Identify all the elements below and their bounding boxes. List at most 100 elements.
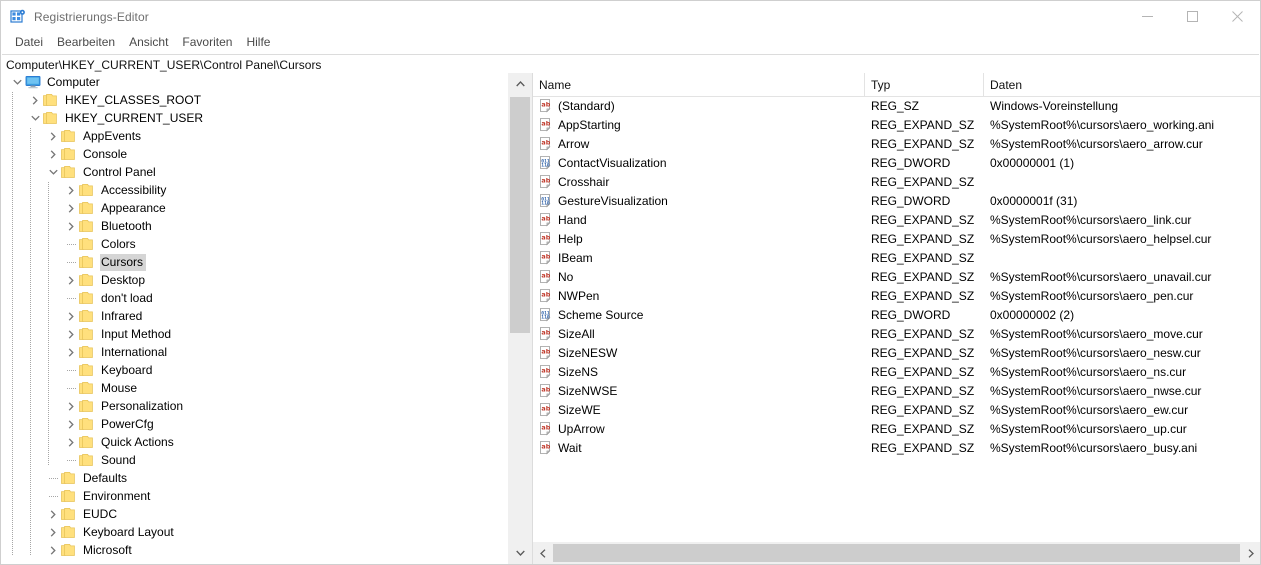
registry-value-row[interactable]: ab SizeAll REG_EXPAND_SZ %SystemRoot%\curso… — [533, 324, 1260, 343]
chevron-right-icon[interactable] — [63, 343, 79, 361]
tree-node-console[interactable]: Console — [1, 145, 507, 163]
registry-value-row[interactable]: ab SizeNS REG_EXPAND_SZ %SystemRoot%\cursor… — [533, 362, 1260, 381]
menu-item-favoriten[interactable]: Favoriten — [175, 33, 239, 52]
column-header-name[interactable]: Name — [533, 73, 865, 96]
tree-node-control-panel[interactable]: Control Panel — [1, 163, 507, 181]
chevron-right-icon[interactable] — [63, 199, 79, 217]
menu-item-hilfe[interactable]: Hilfe — [239, 33, 277, 52]
tree-node-international[interactable]: International — [1, 343, 507, 361]
chevron-right-icon[interactable] — [45, 145, 61, 163]
list-horizontal-scrollbar[interactable] — [533, 541, 1260, 564]
tree-node-cursors[interactable]: Cursors — [1, 253, 507, 271]
tree-node-label: Infrared — [101, 308, 143, 323]
column-header-typ[interactable]: Typ — [865, 73, 984, 96]
string-value-icon: ab — [538, 269, 554, 285]
tree-node-colors[interactable]: Colors — [1, 235, 507, 253]
svg-text:ab: ab — [541, 385, 550, 393]
registry-value-row[interactable]: ab Arrow REG_EXPAND_SZ %SystemRoot%\cursors… — [533, 134, 1260, 153]
registry-value-row[interactable]: ab Help REG_EXPAND_SZ %SystemRoot%\cursors\… — [533, 229, 1260, 248]
tree-node-environment[interactable]: Environment — [1, 487, 507, 505]
folder-icon — [61, 543, 77, 557]
value-name-label: UpArrow — [558, 421, 605, 436]
value-type-cell: REG_EXPAND_SZ — [871, 421, 975, 436]
chevron-right-icon[interactable] — [45, 523, 61, 541]
registry-value-row[interactable]: ab AppStarting REG_EXPAND_SZ %SystemRoot%\c… — [533, 115, 1260, 134]
value-data-cell: Windows-Voreinstellung — [990, 98, 1119, 113]
registry-value-row[interactable]: ab UpArrow REG_EXPAND_SZ %SystemRoot%\curso… — [533, 419, 1260, 438]
tree-scroll-up-button[interactable] — [508, 73, 532, 95]
tree-node-appearance[interactable]: Appearance — [1, 199, 507, 217]
registry-values-list[interactable]: ab (Standard) REG_SZ Windows-Voreinstellung… — [533, 96, 1260, 542]
chevron-right-icon[interactable] — [63, 181, 79, 199]
tree-node-mouse[interactable]: Mouse — [1, 379, 507, 397]
address-bar[interactable]: Computer\HKEY_CURRENT_USER\Control Panel… — [2, 54, 1259, 75]
tree-node-hkey-current-user[interactable]: HKEY_CURRENT_USER — [1, 109, 507, 127]
tree-node-input-method[interactable]: Input Method — [1, 325, 507, 343]
registry-value-row[interactable]: ab Wait REG_EXPAND_SZ %SystemRoot%\cursors\… — [533, 438, 1260, 457]
window-controls — [1125, 1, 1260, 32]
value-type-cell: REG_EXPAND_SZ — [871, 117, 975, 132]
chevron-right-icon[interactable] — [45, 505, 61, 523]
tree-node-desktop[interactable]: Desktop — [1, 271, 507, 289]
tree-node-defaults[interactable]: Defaults — [1, 469, 507, 487]
column-header-daten[interactable]: Daten — [984, 73, 1260, 96]
chevron-right-icon[interactable] — [63, 415, 79, 433]
tree-scroll-thumb[interactable] — [510, 97, 530, 333]
registry-value-row[interactable]: ab Hand REG_EXPAND_SZ %SystemRoot%\cursors\… — [533, 210, 1260, 229]
tree-node-keyboard-layout[interactable]: Keyboard Layout — [1, 523, 507, 541]
registry-value-row[interactable]: ab No REG_EXPAND_SZ %SystemRoot%\cursors\ae… — [533, 267, 1260, 286]
registry-value-row[interactable]: ab IBeam REG_EXPAND_SZ — [533, 248, 1260, 267]
tree-node-keyboard[interactable]: Keyboard — [1, 361, 507, 379]
tree-node-appevents[interactable]: AppEvents — [1, 127, 507, 145]
registry-value-row[interactable]: 011 110 GestureVisualization REG_DWORD 0x000… — [533, 191, 1260, 210]
chevron-down-icon[interactable] — [45, 163, 61, 181]
close-button[interactable] — [1215, 1, 1260, 32]
chevron-down-icon[interactable] — [27, 109, 43, 127]
list-scroll-left-button[interactable] — [533, 542, 552, 564]
menu-item-datei[interactable]: Datei — [8, 33, 50, 52]
folder-icon — [79, 417, 95, 431]
chevron-right-icon[interactable] — [27, 91, 43, 109]
chevron-right-icon[interactable] — [63, 307, 79, 325]
registry-value-row[interactable]: ab SizeWE REG_EXPAND_SZ %SystemRoot%\cursor… — [533, 400, 1260, 419]
tree-node-hkey-classes-root[interactable]: HKEY_CLASSES_ROOT — [1, 91, 507, 109]
registry-value-row[interactable]: ab (Standard) REG_SZ Windows-Voreinstellung — [533, 96, 1260, 115]
tree-node-infrared[interactable]: Infrared — [1, 307, 507, 325]
tree-node-bluetooth[interactable]: Bluetooth — [1, 217, 507, 235]
registry-value-row[interactable]: ab Crosshair REG_EXPAND_SZ — [533, 172, 1260, 191]
chevron-right-icon[interactable] — [63, 433, 79, 451]
registry-value-row[interactable]: ab NWPen REG_EXPAND_SZ %SystemRoot%\cursors… — [533, 286, 1260, 305]
minimize-button[interactable] — [1125, 1, 1170, 32]
registry-value-row[interactable]: 011 110 Scheme Source REG_DWORD 0x00000002 (… — [533, 305, 1260, 324]
chevron-right-icon[interactable] — [45, 541, 61, 559]
tree-node-quick-actions[interactable]: Quick Actions — [1, 433, 507, 451]
maximize-button[interactable] — [1170, 1, 1215, 32]
chevron-right-icon[interactable] — [45, 127, 61, 145]
tree-node-computer[interactable]: Computer — [1, 73, 507, 91]
list-scroll-thumb[interactable] — [553, 544, 1240, 562]
chevron-right-icon[interactable] — [63, 271, 79, 289]
chevron-right-icon[interactable] — [63, 325, 79, 343]
string-value-icon: ab — [538, 98, 554, 114]
list-scroll-right-button[interactable] — [1241, 542, 1260, 564]
registry-tree[interactable]: Computer HKEY_CLASSES_ROOT HKEY_CURRENT_US… — [1, 73, 507, 564]
tree-node-sound[interactable]: Sound — [1, 451, 507, 469]
tree-node-eudc[interactable]: EUDC — [1, 505, 507, 523]
tree-node-accessibility[interactable]: Accessibility — [1, 181, 507, 199]
chevron-right-icon[interactable] — [63, 397, 79, 415]
tree-vertical-scrollbar[interactable] — [507, 73, 532, 564]
registry-value-row[interactable]: ab SizeNWSE REG_EXPAND_SZ %SystemRoot%\curs… — [533, 381, 1260, 400]
menu-item-bearbeiten[interactable]: Bearbeiten — [50, 33, 122, 52]
tree-node-microsoft[interactable]: Microsoft — [1, 541, 507, 559]
tree-node-powercfg[interactable]: PowerCfg — [1, 415, 507, 433]
chevron-right-icon[interactable] — [63, 217, 79, 235]
tree-scroll-down-button[interactable] — [508, 542, 532, 564]
chevron-down-icon[interactable] — [9, 73, 25, 91]
registry-value-row[interactable]: 011 110 ContactVisualization REG_DWORD 0x000… — [533, 153, 1260, 172]
registry-value-row[interactable]: ab SizeNESW REG_EXPAND_SZ %SystemRoot%\curs… — [533, 343, 1260, 362]
tree-node-personalization[interactable]: Personalization — [1, 397, 507, 415]
tree-node-don-t-load[interactable]: don't load — [1, 289, 507, 307]
menu-item-ansicht[interactable]: Ansicht — [122, 33, 175, 52]
